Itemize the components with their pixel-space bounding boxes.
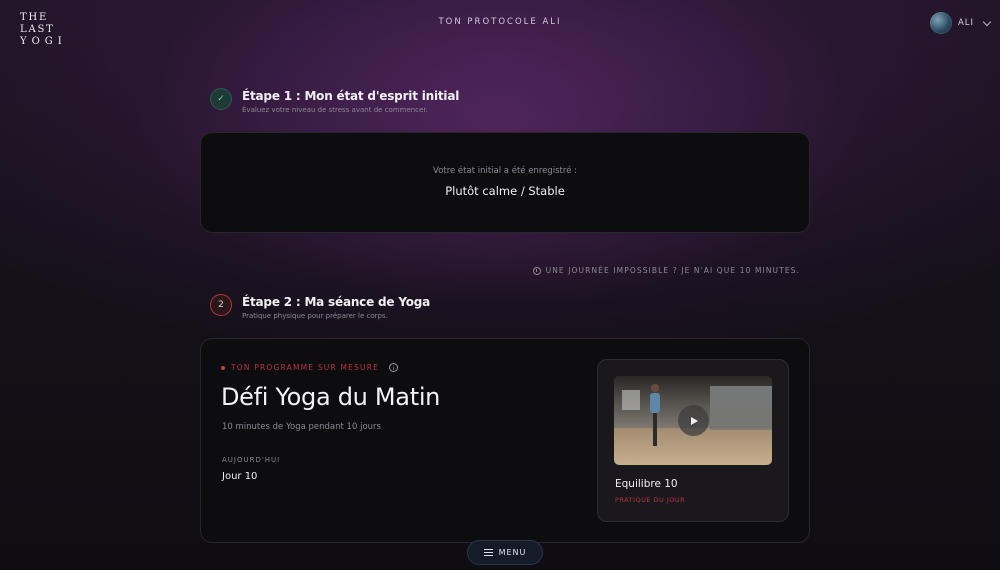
- step-number-badge: 2: [210, 294, 232, 316]
- step-2-title: Étape 2 : Ma séance de Yoga: [242, 295, 431, 309]
- video-mirror: [710, 386, 772, 430]
- logo-line-2: YOGI: [20, 36, 67, 47]
- short-session-text: UNE JOURNÉE IMPOSSIBLE ? JE N'AI QUE 10 …: [545, 266, 800, 275]
- menu-label: MENU: [498, 548, 527, 557]
- red-dot-icon: [221, 365, 225, 370]
- today-label: AUJOURD'HUI: [222, 456, 281, 464]
- program-tag-label: TON PROGRAMME SUR MESURE: [231, 363, 380, 372]
- user-menu[interactable]: ALI: [929, 12, 992, 34]
- figure-leg: [653, 413, 657, 446]
- program-subtitle: 10 minutes de Yoga pendant 10 jours: [222, 422, 381, 432]
- state-label: Votre état initial a été enregistré :: [433, 166, 577, 176]
- program-card: TON PROGRAMME SUR MESURE i Défi Yoga du …: [200, 338, 810, 543]
- session-card[interactable]: Equilibre 10 PRATIQUE DU JOUR: [597, 359, 789, 522]
- initial-state-card: Votre état initial a été enregistré : Pl…: [200, 132, 810, 233]
- state-value: Plutôt calme / Stable: [445, 184, 565, 198]
- step-2-subtitle: Pratique physique pour préparer le corps…: [242, 312, 388, 320]
- session-title: Equilibre 10: [615, 478, 678, 490]
- short-session-link[interactable]: UNE JOURNÉE IMPOSSIBLE ? JE N'AI QUE 10 …: [532, 266, 800, 275]
- step-2-header: 2 Étape 2 : Ma séance de Yoga Pratique p…: [210, 294, 430, 320]
- video-thumbnail[interactable]: [614, 376, 772, 465]
- chevron-down-icon[interactable]: [982, 17, 992, 26]
- play-button[interactable]: [678, 405, 709, 436]
- figure-head: [651, 384, 659, 392]
- page-title: TON PROTOCOLE ALI: [438, 17, 562, 27]
- menu-button[interactable]: MENU: [467, 540, 543, 565]
- program-tag: TON PROGRAMME SUR MESURE i: [221, 363, 399, 372]
- step-1-header: ✓ Étape 1 : Mon état d'esprit initial Év…: [210, 88, 459, 114]
- hamburger-icon: [483, 549, 493, 557]
- today-value: Jour 10: [222, 471, 258, 482]
- avatar[interactable]: [929, 12, 952, 34]
- program-title: Défi Yoga du Matin: [221, 383, 441, 411]
- video-window: [622, 390, 640, 410]
- info-circle-icon: [532, 266, 541, 275]
- user-name: ALI: [957, 18, 974, 28]
- step-1-subtitle: Évaluez votre niveau de stress avant de …: [242, 106, 428, 114]
- figure-torso: [650, 393, 660, 413]
- session-subtitle: PRATIQUE DU JOUR: [615, 496, 686, 504]
- info-icon[interactable]: i: [389, 363, 399, 372]
- top-bar: THE LAST YOGI TON PROTOCOLE ALI ALI: [0, 0, 1000, 50]
- step-1-title: Étape 1 : Mon état d'esprit initial: [242, 89, 460, 103]
- check-icon: ✓: [210, 88, 232, 110]
- yoga-figure: [648, 384, 662, 446]
- play-icon: [691, 416, 698, 425]
